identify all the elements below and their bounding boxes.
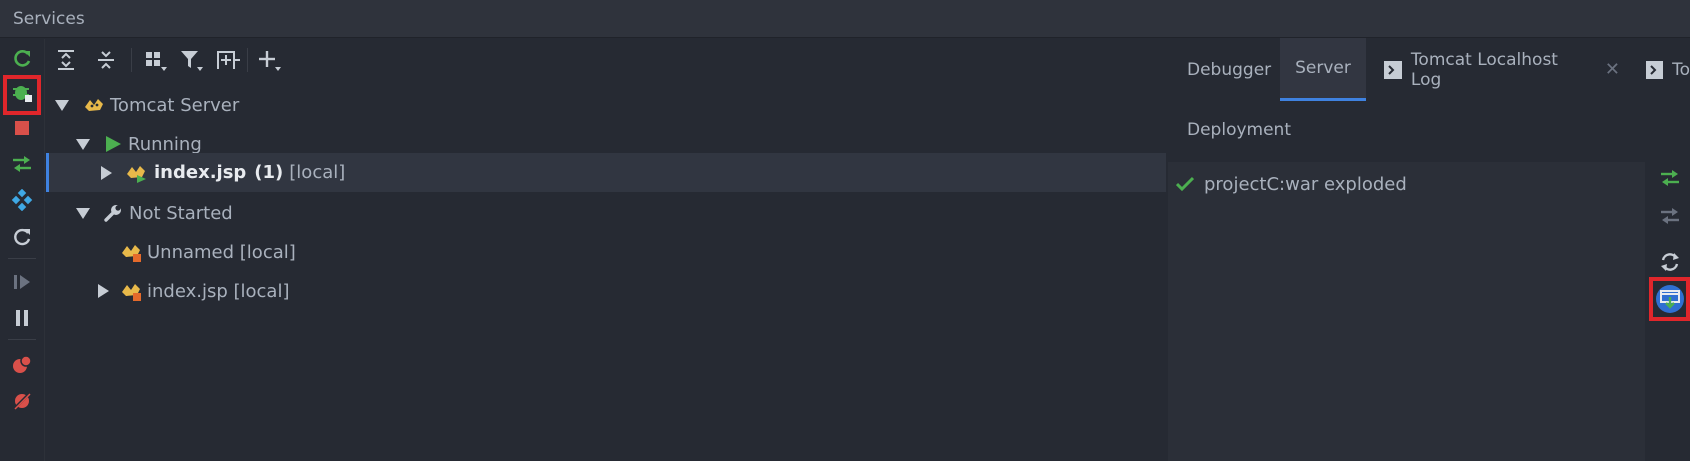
tomcat-stopped-icon <box>122 284 141 301</box>
add-service-icon[interactable] <box>214 45 242 75</box>
collapse-all-icon[interactable] <box>92 45 120 75</box>
debug-button-highlight <box>3 75 41 115</box>
expand-arrow-icon[interactable] <box>98 284 109 298</box>
deployment-list: projectC:war exploded <box>1168 162 1645 461</box>
tree-node-index-jsp-stopped[interactable]: index.jsp [local] <box>46 270 1166 312</box>
tree-node-index-jsp-running[interactable]: index.jsp (1) [local] <box>46 153 1166 192</box>
tab-to-truncated[interactable]: To <box>1646 38 1690 101</box>
tree-node-label: Running <box>128 133 202 155</box>
tree-node-label: Unnamed [local] <box>147 241 296 263</box>
tree-node-suffix: [local] <box>289 162 346 183</box>
update-button-highlight <box>1649 277 1690 321</box>
tab-label: To <box>1672 59 1690 80</box>
rerun-icon[interactable] <box>6 221 38 253</box>
expand-all-icon[interactable] <box>52 45 80 75</box>
tomcat-running-icon <box>127 165 146 183</box>
resume-icon[interactable] <box>6 266 38 298</box>
expand-arrow-icon[interactable] <box>76 138 90 150</box>
mute-breakpoints-icon[interactable] <box>6 385 38 417</box>
stop-icon[interactable] <box>6 112 38 144</box>
tab-server[interactable]: Server <box>1280 38 1366 101</box>
deployment-item[interactable]: projectC:war exploded <box>1176 168 1407 200</box>
refresh-icon[interactable] <box>1654 246 1686 278</box>
breakpoints-icon[interactable] <box>6 348 38 380</box>
tool-window-title-bar: Services <box>0 0 1690 38</box>
toolbar-separator <box>131 48 132 72</box>
toolbar-separator <box>8 339 36 340</box>
pause-icon[interactable] <box>6 302 38 334</box>
deploy-all-icon[interactable] <box>1654 162 1686 194</box>
tree-node-count: (1) <box>254 162 284 183</box>
undeploy-icon[interactable] <box>1654 200 1686 232</box>
wrench-icon <box>104 205 121 222</box>
expand-arrow-icon[interactable] <box>101 165 112 180</box>
tomcat-icon <box>85 99 103 111</box>
tomcat-stopped-icon <box>122 245 141 262</box>
tree-node-unnamed[interactable]: Unnamed [local] <box>46 231 1166 273</box>
group-by-icon[interactable] <box>142 45 170 75</box>
refresh-green-icon[interactable] <box>6 43 38 75</box>
tree-node-tomcat-server[interactable]: Tomcat Server <box>46 84 1166 126</box>
tab-label: Server <box>1295 58 1351 78</box>
expand-arrow-icon[interactable] <box>76 207 90 219</box>
toolbar-separator <box>8 258 36 259</box>
window-title: Services <box>13 8 85 29</box>
tab-debugger[interactable]: Debugger <box>1187 38 1271 101</box>
tree-node-name: index.jsp <box>154 162 247 183</box>
details-tabs: Debugger Server Tomcat Localhost Log ✕ T… <box>1170 38 1690 101</box>
tab-tomcat-localhost-log[interactable]: Tomcat Localhost Log ✕ <box>1384 38 1620 101</box>
tab-label: Tomcat Localhost Log <box>1410 49 1558 90</box>
filter-icon[interactable] <box>178 45 206 75</box>
tab-label: Debugger <box>1187 59 1272 80</box>
toolbar-separator <box>247 48 248 72</box>
checkmark-icon <box>1176 176 1194 192</box>
services-diamond-icon[interactable] <box>6 184 38 216</box>
tree-node-label: Tomcat Server <box>110 94 240 116</box>
running-play-icon <box>106 136 121 152</box>
expand-arrow-icon[interactable] <box>55 99 69 111</box>
tree-node-label: index.jsp [local] <box>147 280 290 302</box>
tab-close-icon[interactable]: ✕ <box>1605 59 1620 80</box>
console-icon <box>1384 60 1402 79</box>
plus-icon[interactable] <box>256 45 284 75</box>
deployment-item-label: projectC:war exploded <box>1204 173 1407 195</box>
tree-node-label: Not Started <box>129 202 233 224</box>
console-icon <box>1646 60 1664 79</box>
deploy-icon[interactable] <box>6 148 38 180</box>
tree-node-not-started[interactable]: Not Started <box>46 192 1166 234</box>
deployment-label: Deployment <box>1187 120 1291 140</box>
